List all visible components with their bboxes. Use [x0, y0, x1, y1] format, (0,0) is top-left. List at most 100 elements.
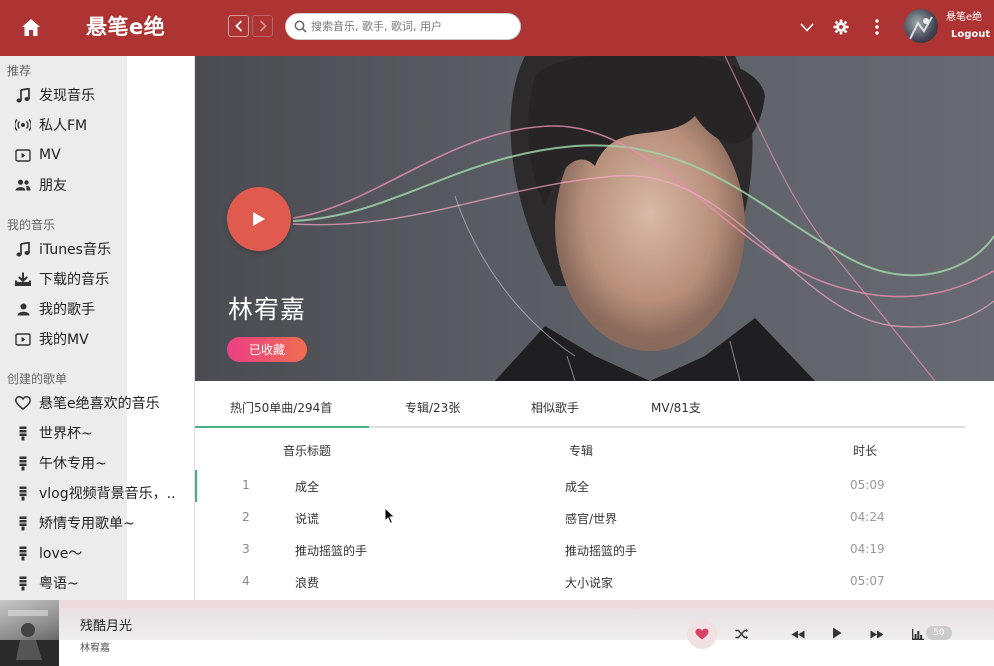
user-name: 悬笔e绝 — [946, 12, 983, 23]
column-header-title[interactable]: 音乐标题 — [283, 442, 331, 459]
sidebar-item-label: 我的歌手 — [39, 302, 95, 318]
sidebar-item-downloads[interactable]: 下载的音乐 — [0, 265, 194, 293]
song-album[interactable]: 大小说家 — [565, 574, 613, 591]
heart-icon — [14, 394, 32, 412]
song-album[interactable]: 感官/世界 — [565, 510, 617, 527]
section-label-created-playlists: 创建的歌单 — [7, 372, 68, 386]
sidebar: 推荐 发现音乐 私人FM MV 朋友 我的音乐 iTunes音乐 下载的音乐 我… — [0, 56, 195, 600]
back-button[interactable] — [228, 15, 249, 37]
sidebar-item-playlist-sentimental[interactable]: 矫情专用歌单~ — [0, 509, 194, 537]
sidebar-item-label: 下载的音乐 — [39, 272, 109, 288]
sidebar-item-label: love～ — [39, 546, 83, 562]
avatar[interactable] — [904, 9, 938, 43]
sidebar-item-playlist-vlog[interactable]: vlog视频背景音乐，.. — [0, 479, 194, 507]
sidebar-item-itunes[interactable]: iTunes音乐 — [0, 235, 194, 263]
logout-button[interactable]: Logout — [951, 29, 990, 40]
column-header-album[interactable]: 专辑 — [569, 442, 593, 459]
now-playing-artist[interactable]: 林宥嘉 — [80, 639, 110, 654]
previous-track-icon[interactable] — [785, 621, 811, 647]
person-icon — [14, 300, 32, 318]
sidebar-item-private-fm[interactable]: 私人FM — [0, 111, 194, 139]
song-title: 推动摇篮的手 — [295, 544, 368, 558]
heart-icon — [695, 628, 709, 640]
album-cover[interactable] — [0, 600, 59, 666]
shuffle-icon[interactable] — [729, 621, 755, 647]
forward-button[interactable] — [252, 15, 273, 37]
song-duration: 04:24 — [850, 510, 885, 524]
mouse-cursor-icon — [384, 507, 396, 525]
row-number: 4 — [242, 574, 250, 588]
sidebar-item-my-mv[interactable]: 我的MV — [0, 325, 194, 353]
sidebar-item-playlist-nap[interactable]: 午休专用~ — [0, 449, 194, 477]
chevron-right-icon — [259, 20, 267, 32]
song-title: 说谎 — [295, 512, 320, 526]
song-duration: 05:09 — [850, 478, 885, 492]
sidebar-item-label: 午休专用~ — [39, 456, 107, 472]
search-input[interactable] — [311, 20, 511, 33]
playlist-icon — [14, 424, 32, 442]
sidebar-item-label: 发现音乐 — [39, 88, 95, 104]
sidebar-item-label: MV — [39, 147, 61, 163]
tab-active-indicator — [195, 426, 369, 428]
tab-similar-artists[interactable]: 相似歌手 — [531, 399, 579, 416]
table-row[interactable]: 4 浪费 大小说家 05:07 — [196, 566, 966, 598]
volume-level[interactable]: 50 — [926, 626, 952, 640]
friends-icon — [14, 176, 32, 194]
sidebar-item-playlist-cantonese[interactable]: 粤语~ — [0, 569, 194, 597]
tab-mv[interactable]: MV/81支 — [651, 399, 701, 416]
playlist-icon — [14, 544, 32, 562]
play-all-button[interactable] — [227, 187, 291, 251]
sidebar-item-label: 朋友 — [39, 178, 67, 194]
chevron-left-icon — [234, 20, 242, 32]
next-track-icon[interactable] — [864, 621, 890, 647]
table-row[interactable]: 1 成全 成全 05:09 — [196, 470, 966, 502]
sidebar-item-playlist-love[interactable]: love～ — [0, 539, 194, 567]
video-icon — [14, 330, 32, 348]
music-note-icon — [14, 240, 32, 258]
table-row[interactable]: 3 推动摇篮的手 推动摇篮的手 04:19 — [196, 534, 966, 566]
more-vertical-icon[interactable] — [864, 14, 890, 40]
music-note-icon — [14, 86, 32, 104]
sidebar-item-friends[interactable]: 朋友 — [0, 171, 194, 199]
sidebar-item-mv[interactable]: MV — [0, 141, 194, 169]
table-row[interactable]: 2 说谎 感官/世界 04:24 — [196, 502, 966, 534]
settings-gear-icon[interactable] — [828, 14, 854, 40]
playlist-icon — [14, 484, 32, 502]
song-title: 成全 — [295, 480, 320, 494]
section-label-my-music: 我的音乐 — [7, 218, 56, 232]
sidebar-item-label: 悬笔e绝喜欢的音乐 — [39, 396, 160, 412]
song-duration: 04:19 — [850, 542, 885, 556]
song-album[interactable]: 推动摇篮的手 — [565, 542, 637, 559]
song-album[interactable]: 成全 — [565, 478, 589, 495]
home-icon[interactable] — [14, 12, 48, 42]
sidebar-item-liked-music[interactable]: 悬笔e绝喜欢的音乐 — [0, 389, 194, 417]
video-icon — [14, 146, 32, 164]
like-button[interactable] — [687, 619, 717, 649]
sidebar-item-discover-music[interactable]: 发现音乐 — [0, 81, 194, 109]
sidebar-item-label: 矫情专用歌单~ — [39, 516, 135, 532]
sidebar-item-playlist-world-cup[interactable]: 世界杯~ — [0, 419, 194, 447]
playlist-icon — [14, 514, 32, 532]
playlist-icon — [14, 574, 32, 592]
sidebar-item-my-artists[interactable]: 我的歌手 — [0, 295, 194, 323]
player-bar: 残酷月光 林宥嘉 50 — [0, 600, 994, 666]
now-playing-title[interactable]: 残酷月光 — [80, 615, 132, 634]
tab-albums[interactable]: 专辑/23张 — [405, 399, 460, 416]
row-number: 3 — [242, 542, 250, 556]
tab-top-songs[interactable]: 热门50单曲/294首 — [230, 399, 332, 416]
artist-tabs: 热门50单曲/294首 专辑/23张 相似歌手 MV/81支 — [195, 381, 994, 429]
artist-photo — [292, 56, 994, 381]
column-header-duration[interactable]: 时长 — [853, 442, 877, 459]
play-pause-icon[interactable] — [824, 620, 850, 646]
favorite-button[interactable]: 已收藏 — [227, 337, 307, 362]
sidebar-item-label: vlog视频背景音乐，.. — [39, 486, 176, 502]
artist-banner: 林宥嘉 已收藏 — [195, 56, 994, 381]
chevron-down-icon[interactable] — [794, 14, 820, 40]
sidebar-item-label: 粤语~ — [39, 576, 79, 592]
sidebar-item-label: 我的MV — [39, 332, 89, 348]
play-icon — [253, 212, 265, 226]
progress-bar[interactable] — [59, 600, 994, 608]
row-number: 1 — [242, 478, 250, 492]
search-bar — [285, 13, 521, 40]
search-icon — [294, 20, 307, 33]
